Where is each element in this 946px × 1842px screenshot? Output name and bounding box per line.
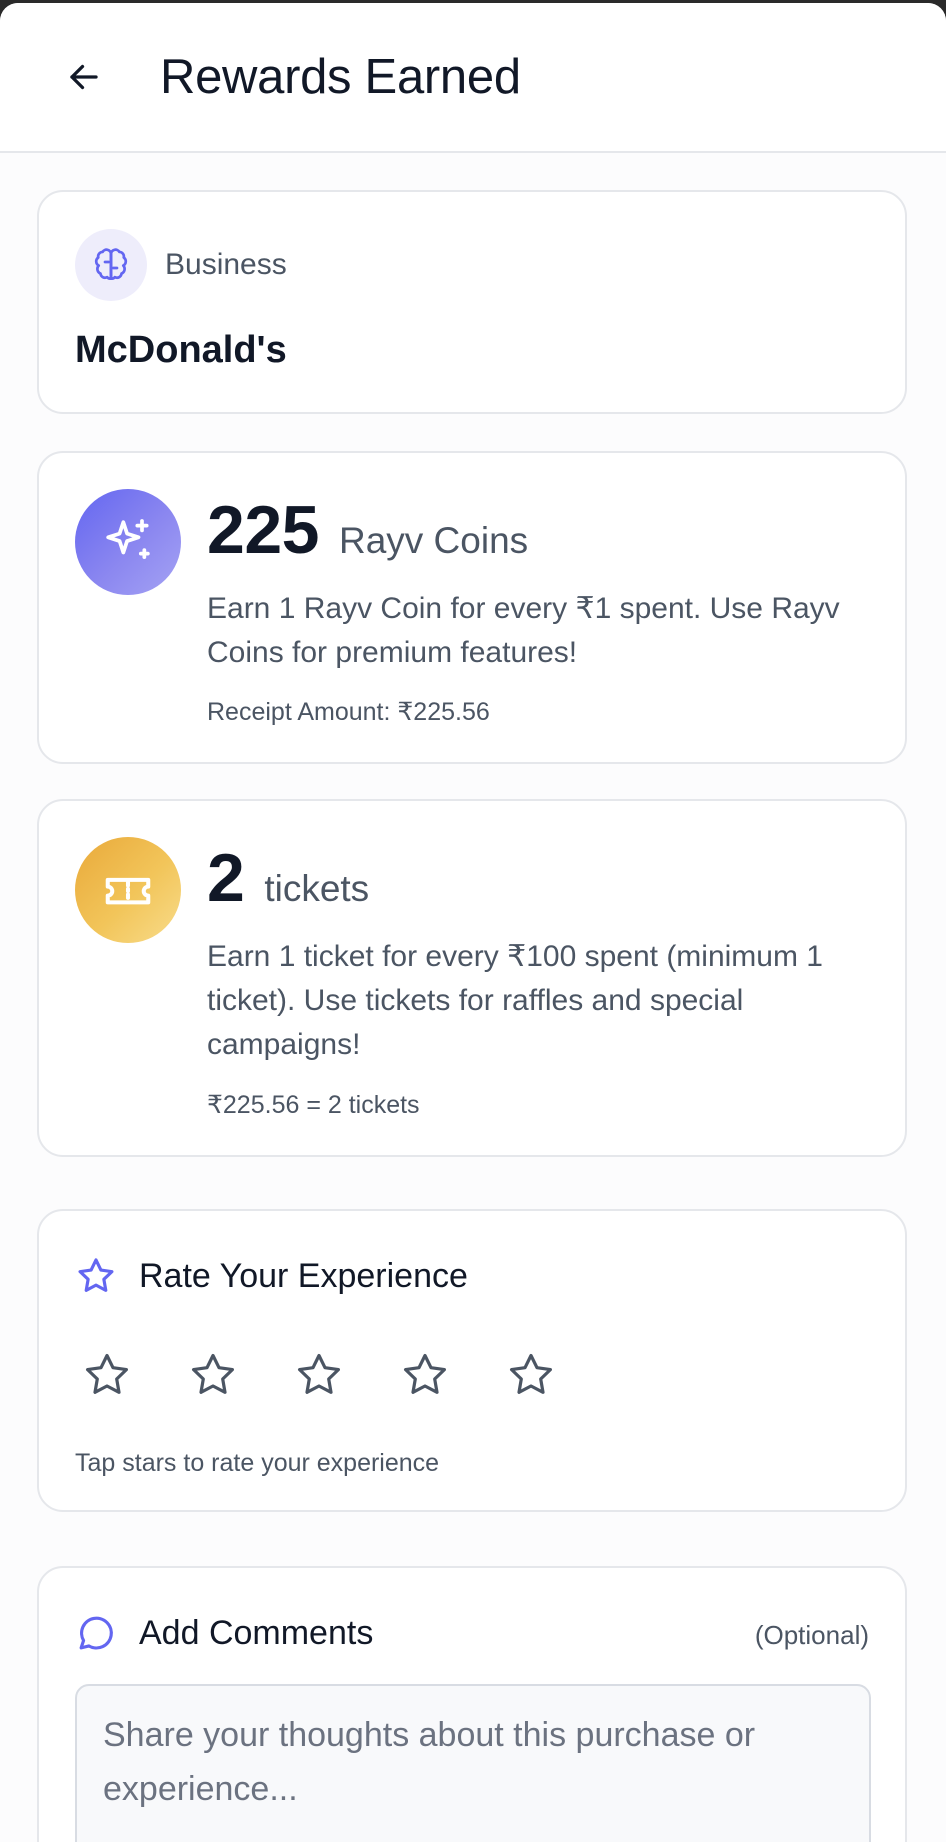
rating-star-3[interactable] xyxy=(295,1349,401,1409)
coins-description: Earn 1 Rayv Coin for every ₹1 spent. Use… xyxy=(207,592,840,669)
chat-bubble-icon xyxy=(79,1616,113,1650)
rate-header: Rate Your Experience xyxy=(75,1255,468,1297)
business-header: Business xyxy=(75,229,287,301)
tickets-calculation: ₹225.56 = 2 tickets xyxy=(207,1091,420,1119)
rate-title: Rate Your Experience xyxy=(139,1256,468,1295)
comments-title: Add Comments xyxy=(139,1613,374,1652)
optional-label: (Optional) xyxy=(754,1620,869,1650)
rate-experience-card: Rate Your Experience Tap stars to rate y… xyxy=(37,1209,907,1512)
sparkles-icon xyxy=(106,519,150,560)
tickets-amount-row: 2 tickets xyxy=(207,839,369,917)
coins-reward-card: 225 Rayv Coins Earn 1 Rayv Coin for ever… xyxy=(37,451,907,764)
coins-badge xyxy=(75,489,181,595)
app-header: Rewards Earned xyxy=(0,3,946,153)
tickets-amount: 2 xyxy=(207,840,245,916)
tickets-reward-card: 2 tickets Earn 1 ticket for every ₹100 s… xyxy=(37,799,907,1157)
rating-star-5[interactable] xyxy=(507,1349,613,1409)
arrow-left-icon xyxy=(70,64,98,90)
comments-input[interactable] xyxy=(75,1684,871,1842)
tickets-unit: tickets xyxy=(264,868,370,909)
tickets-badge xyxy=(75,837,181,943)
star-rating xyxy=(83,1349,613,1409)
rating-star-4[interactable] xyxy=(401,1349,507,1409)
comments-card: Add Comments (Optional) xyxy=(37,1566,907,1842)
back-button[interactable] xyxy=(54,47,114,107)
comments-header: Add Comments xyxy=(75,1612,373,1654)
business-card: Business McDonald's xyxy=(37,190,907,414)
rate-hint: Tap stars to rate your experience xyxy=(75,1449,440,1477)
rating-star-1[interactable] xyxy=(83,1349,189,1409)
coins-unit: Rayv Coins xyxy=(338,520,529,561)
business-name: McDonald's xyxy=(75,329,287,371)
business-label: Business xyxy=(165,248,287,281)
page-title: Rewards Earned xyxy=(160,50,521,104)
coins-amount-row: 225 Rayv Coins xyxy=(207,491,528,569)
business-icon-badge xyxy=(75,229,147,301)
receipt-amount: Receipt Amount: ₹225.56 xyxy=(207,698,490,726)
rewards-screen: Rewards Earned Business McDonald's 225 R… xyxy=(0,3,946,1842)
brain-icon xyxy=(94,248,128,280)
tickets-description: Earn 1 ticket for every ₹100 spent (mini… xyxy=(207,940,823,1061)
star-icon xyxy=(78,1258,114,1292)
coins-amount: 225 xyxy=(207,492,319,568)
rating-star-2[interactable] xyxy=(189,1349,295,1409)
ticket-icon xyxy=(105,877,151,905)
